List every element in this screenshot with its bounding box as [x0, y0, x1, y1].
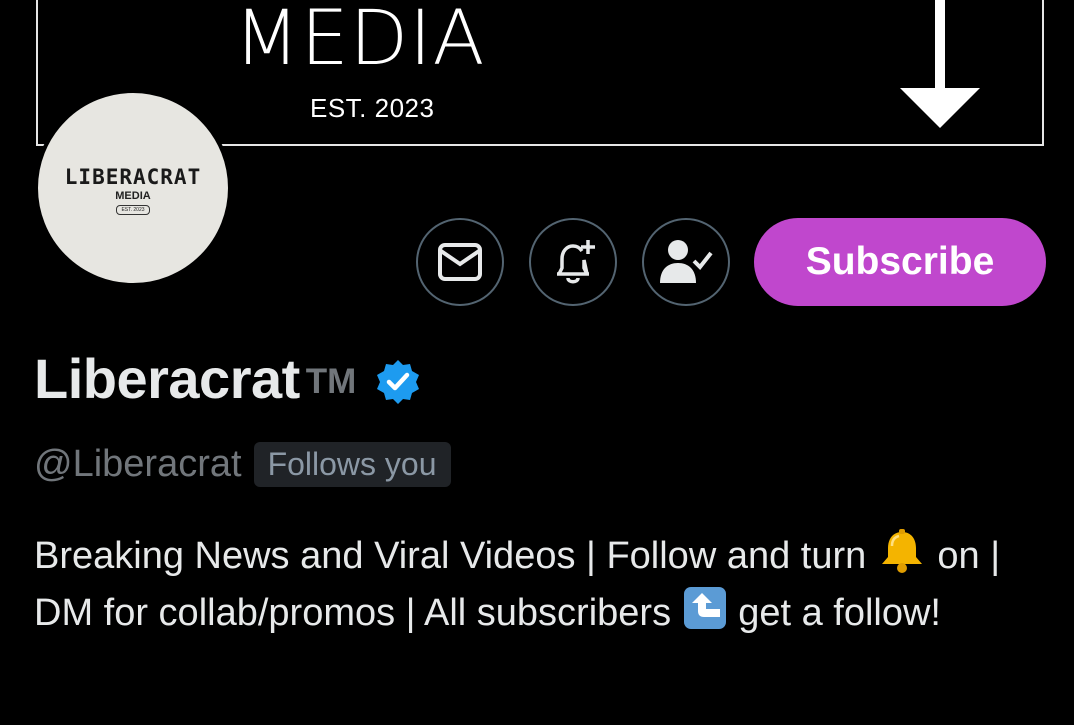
profile-name-row: Liberacrat TM: [34, 346, 422, 411]
bio-text-1: Breaking News and Viral Videos | Follow …: [34, 535, 877, 577]
message-button[interactable]: [416, 218, 504, 306]
up-arrow-emoji-icon: [683, 587, 726, 629]
follows-you-badge: Follows you: [253, 442, 451, 487]
bell-emoji-icon: [881, 529, 922, 573]
verified-badge-icon[interactable]: [374, 358, 422, 406]
following-button[interactable]: [642, 218, 730, 306]
avatar-brand-text: LIBERACRAT: [64, 165, 202, 189]
notifications-button[interactable]: [529, 218, 617, 306]
handle-row: @Liberacrat Follows you: [34, 442, 451, 487]
avatar[interactable]: LIBERACRAT MEDIA EST. 2023: [34, 89, 232, 287]
bell-plus-icon: [557, 240, 595, 284]
display-name: Liberacrat: [34, 347, 300, 410]
handle: @Liberacrat: [34, 443, 242, 485]
avatar-est-text: EST. 2023: [116, 205, 150, 215]
banner-est: EST. 2023: [310, 93, 435, 123]
avatar-sub-text: MEDIA: [115, 190, 151, 202]
banner-title: MEDIA: [234, 0, 486, 82]
bio-text-3: get a follow!: [727, 592, 941, 634]
trademark-label: TM: [305, 361, 357, 401]
profile-bio: Breaking News and Viral Videos | Follow …: [34, 528, 1044, 642]
envelope-icon: [438, 243, 482, 281]
arrow-down-icon: [900, 0, 980, 128]
person-check-icon: [660, 240, 713, 283]
subscribe-button[interactable]: Subscribe: [754, 218, 1046, 306]
